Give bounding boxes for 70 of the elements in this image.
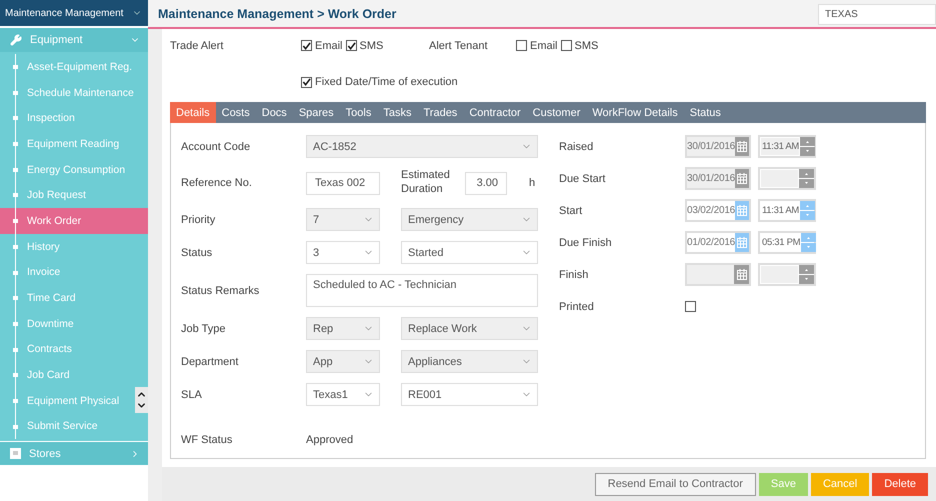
checkbox-label: Fixed Date/Time of execution <box>315 76 458 88</box>
field-label: Department <box>181 356 240 368</box>
tab[interactable]: Tools <box>340 102 378 123</box>
tab[interactable]: Trades <box>417 102 464 123</box>
select-field[interactable]: RE001 <box>401 383 538 406</box>
input-field[interactable]: Texas 002 <box>306 172 380 194</box>
select-field[interactable]: Started <box>401 241 538 264</box>
field-label: Reference No. <box>181 177 253 189</box>
calendar-icon <box>736 269 746 280</box>
select-field[interactable]: Texas1 <box>306 383 380 406</box>
field-label: Account Code <box>181 140 252 152</box>
checkbox-label: Email <box>530 40 558 52</box>
tab[interactable]: Customer <box>526 102 586 123</box>
checkbox[interactable] <box>301 40 312 51</box>
field-label: Due Finish <box>559 236 613 248</box>
checkbox-label: SMS <box>574 40 598 52</box>
sidebar-item[interactable]: Work Order <box>0 208 135 234</box>
tab[interactable]: Status <box>684 102 727 123</box>
field-label: Status <box>181 246 214 258</box>
tab[interactable]: Details <box>170 102 216 123</box>
unit-label: h <box>529 177 536 189</box>
checkbox[interactable] <box>685 301 696 312</box>
select-field[interactable]: 3 <box>306 241 380 264</box>
scroll-arrows-icon[interactable] <box>135 387 148 413</box>
checkbox[interactable] <box>516 40 527 51</box>
checkbox-label: SMS <box>360 40 384 52</box>
checkbox[interactable] <box>346 40 357 51</box>
spinner-arrows-icon[interactable] <box>800 201 816 220</box>
calendar-icon <box>737 141 748 152</box>
checkbox[interactable] <box>301 76 312 88</box>
time-field[interactable]: 05:31 PM <box>758 231 816 254</box>
tab[interactable]: Costs <box>216 102 256 123</box>
time-field[interactable]: 11:31 AM <box>758 199 816 222</box>
field-label: SLA <box>181 388 203 400</box>
wrench-icon <box>10 34 22 46</box>
field-label: Printed <box>559 300 595 312</box>
date-field[interactable]: 03/02/2016 <box>685 199 751 222</box>
spinner-arrows-icon[interactable] <box>801 233 816 252</box>
tab[interactable]: Tasks <box>377 102 418 123</box>
status-value: Approved <box>306 434 354 446</box>
field-label: Estimated Duration <box>401 169 451 197</box>
field-label: Due Start <box>559 172 606 184</box>
sidebar-title: Maintenance Management <box>5 8 124 18</box>
resend-button[interactable]: Resend Email to Contractor <box>594 472 756 496</box>
tab[interactable]: WorkFlow Details <box>586 102 684 123</box>
field-label: Status Remarks <box>181 284 260 296</box>
field-label: Start <box>559 204 584 216</box>
checkbox[interactable] <box>560 40 572 51</box>
date-field[interactable]: 01/02/2016 <box>685 231 751 254</box>
sidebar-header[interactable]: Maintenance Management <box>0 0 148 28</box>
field-label: Priority <box>181 214 216 226</box>
input-field[interactable]: 3.00 <box>465 172 507 194</box>
field-label: Finish <box>559 268 590 280</box>
delete-button[interactable]: Delete <box>872 472 928 496</box>
calendar-icon <box>737 237 748 248</box>
calendar-icon <box>737 205 748 216</box>
search-field[interactable]: TEXAS <box>818 4 936 25</box>
square-icon <box>10 448 21 460</box>
calendar-icon <box>737 173 748 184</box>
field-label: WF Status <box>181 434 234 446</box>
field-label: Alert Tenant <box>429 40 489 52</box>
tab[interactable]: Spares <box>292 102 340 123</box>
field-label: Raised <box>559 140 594 152</box>
tab[interactable]: Contractor <box>463 102 527 123</box>
field-label: Job Type <box>181 322 226 334</box>
breadcrumb: Maintenance Management > Work Order <box>158 6 396 20</box>
checkbox-label: Email <box>315 40 343 52</box>
textarea-field[interactable]: Scheduled to AC - Technician <box>306 274 538 307</box>
tab[interactable]: Docs <box>256 102 293 123</box>
field-label: Trade Alert <box>170 40 224 52</box>
